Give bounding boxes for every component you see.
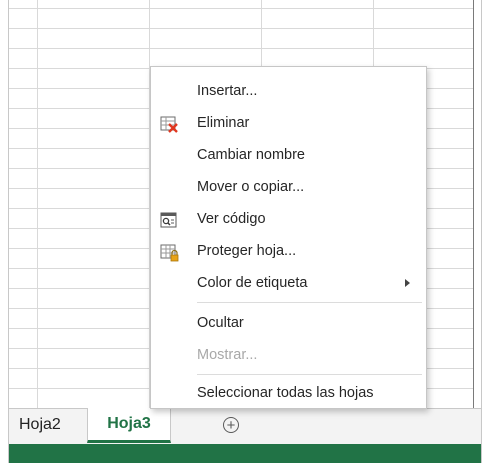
menu-separator: [197, 302, 422, 303]
menu-item-label: Seleccionar todas las hojas: [197, 385, 374, 401]
submenu-arrow-icon: [405, 279, 410, 287]
menu-item-seleccionar-todas[interactable]: Seleccionar todas las hojas: [151, 377, 426, 409]
menu-item-label: Mostrar...: [197, 347, 258, 363]
view-code-icon: [160, 210, 180, 228]
menu-item-label: Proteger hoja...: [197, 243, 297, 259]
menu-item-ocultar[interactable]: Ocultar: [151, 307, 426, 339]
status-bar: [9, 444, 481, 463]
menu-item-label: Cambiar nombre: [197, 147, 305, 163]
add-sheet-button[interactable]: +: [223, 417, 239, 433]
menu-item-cambiar-nombre[interactable]: Cambiar nombre: [151, 139, 426, 171]
sheet-tab-hoja2[interactable]: Hoja2: [9, 409, 71, 443]
menu-item-eliminar[interactable]: Eliminar: [151, 107, 426, 139]
protect-sheet-icon: [160, 242, 180, 262]
menu-item-proteger-hoja[interactable]: Proteger hoja...: [151, 235, 426, 267]
menu-item-label: Color de etiqueta: [197, 275, 308, 291]
sheet-tab-hoja3[interactable]: Hoja3: [87, 408, 171, 443]
sheet-context-menu: Insertar... Eliminar Cambiar nombre Move…: [150, 66, 427, 409]
menu-item-label: Ocultar: [197, 315, 244, 331]
menu-item-label: Ver código: [197, 211, 266, 227]
menu-separator: [197, 374, 422, 375]
excel-window: Hoja2 Hoja3 + Insertar... Eliminar Cambi…: [0, 0, 489, 463]
delete-sheet-icon: [160, 114, 180, 133]
menu-item-label: Eliminar: [197, 115, 250, 131]
menu-item-mover-o-copiar[interactable]: Mover o copiar...: [151, 171, 426, 203]
menu-item-label: Insertar...: [197, 83, 258, 99]
menu-item-insertar[interactable]: Insertar...: [151, 75, 426, 107]
menu-item-color-de-etiqueta[interactable]: Color de etiqueta: [151, 267, 426, 299]
menu-item-label: Mover o copiar...: [197, 179, 305, 195]
menu-item-ver-codigo[interactable]: Ver código: [151, 203, 426, 235]
vertical-scrollbar[interactable]: [473, 0, 481, 408]
menu-item-mostrar: Mostrar...: [151, 339, 426, 371]
sheet-tab-bar: Hoja2 Hoja3 +: [9, 408, 481, 444]
